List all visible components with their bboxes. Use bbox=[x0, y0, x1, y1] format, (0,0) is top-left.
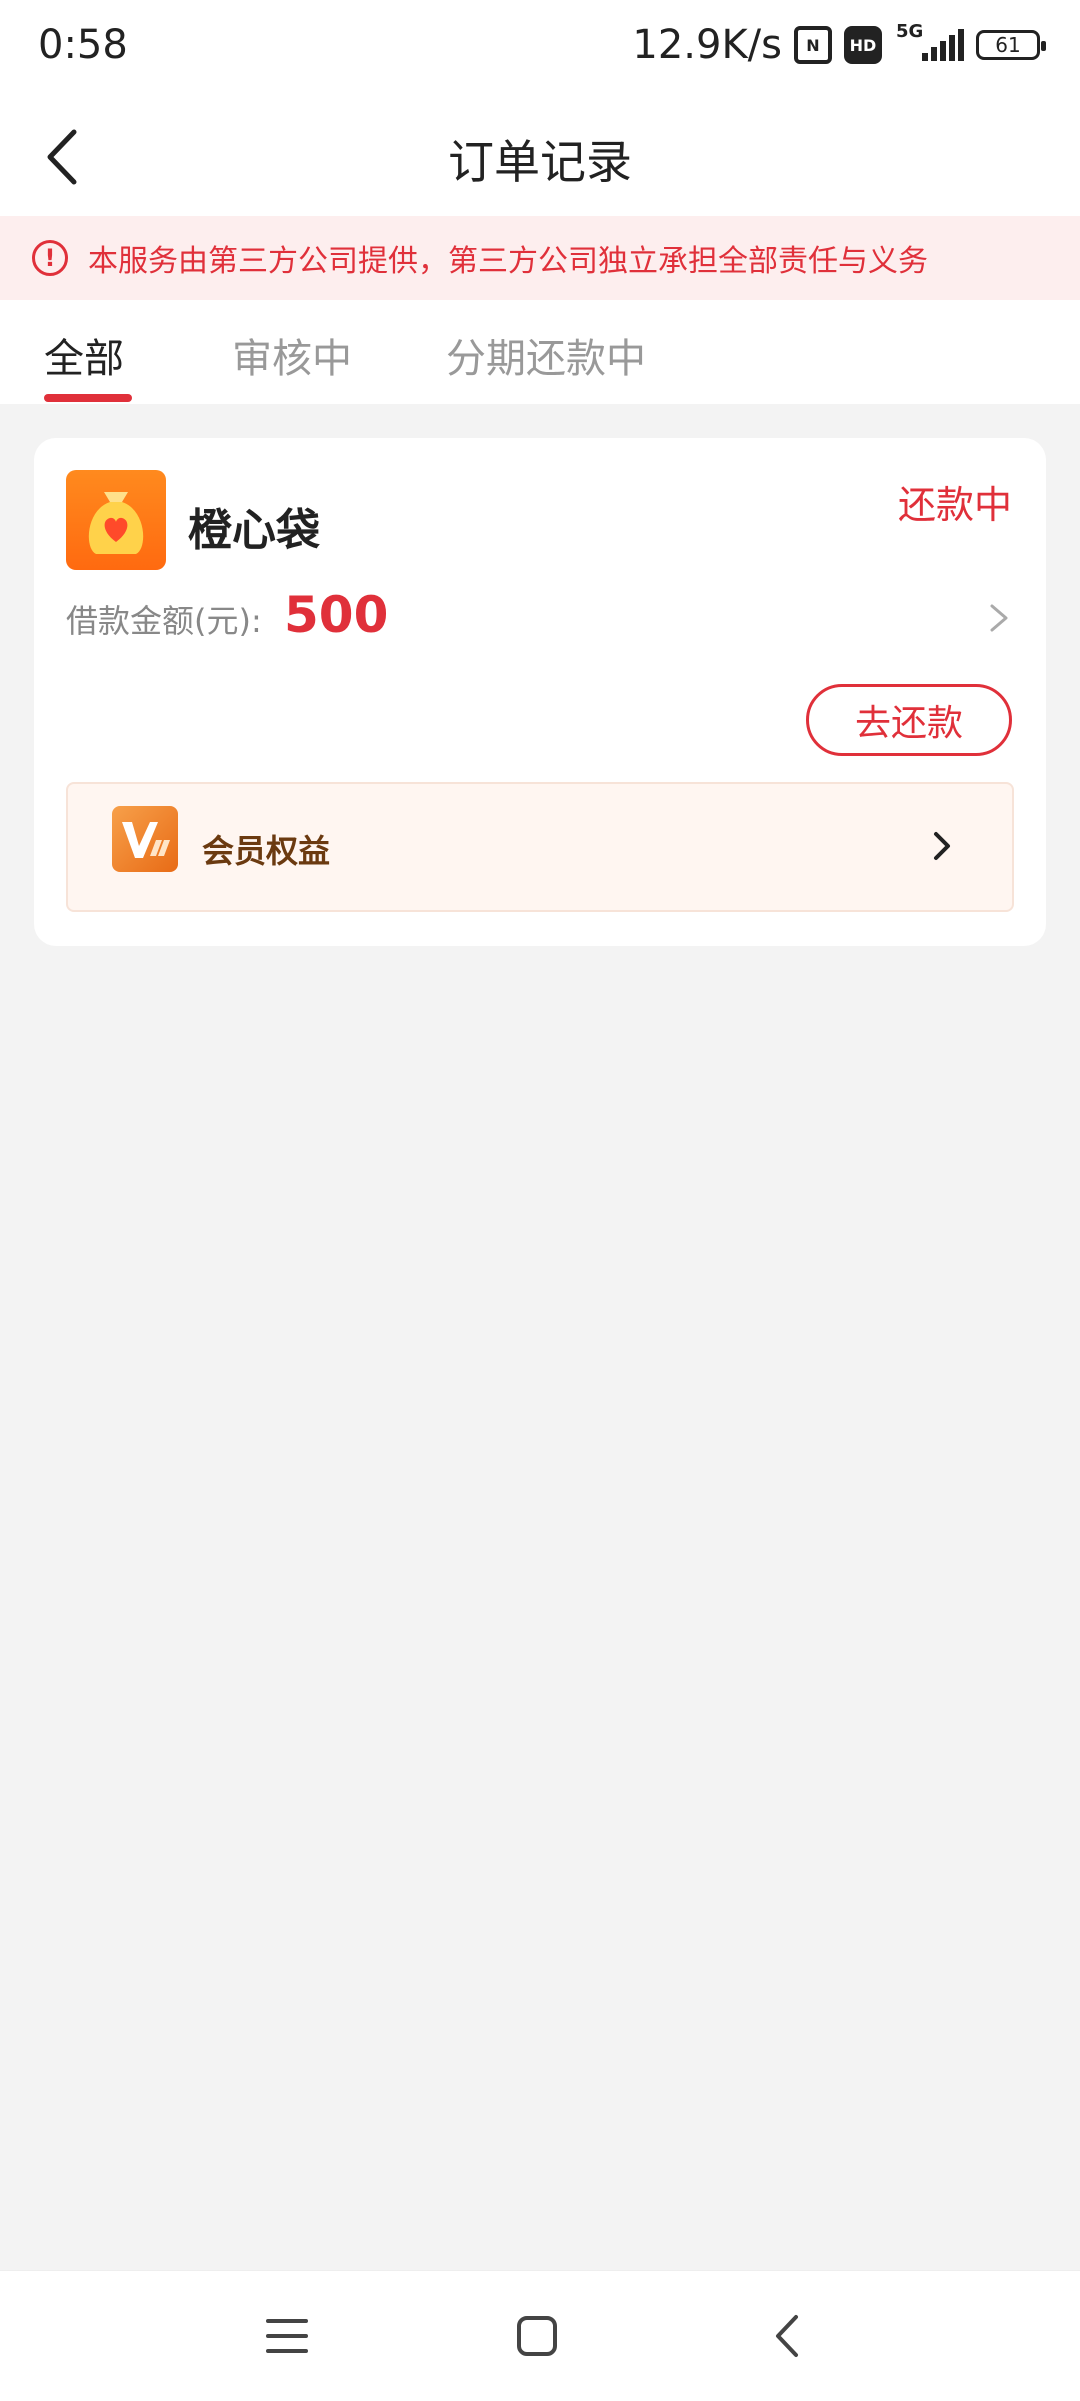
back-icon[interactable] bbox=[762, 2309, 816, 2363]
tab-reviewing[interactable]: 审核中 bbox=[232, 326, 352, 384]
active-tab-indicator bbox=[44, 394, 132, 402]
disclaimer-banner: ! 本服务由第三方公司提供，第三方公司独立承担全部责任与义务 bbox=[0, 216, 1080, 300]
signal-icon: 5G bbox=[894, 21, 964, 65]
chevron-right-icon[interactable] bbox=[978, 598, 1018, 638]
network-type: 5G bbox=[896, 21, 924, 42]
member-benefits-entry[interactable]: 会员权益 bbox=[66, 782, 1014, 912]
chevron-right-icon bbox=[934, 832, 950, 860]
app-logo bbox=[66, 470, 166, 570]
signal-bars bbox=[922, 29, 964, 61]
status-bar: 0:58 12.9K/s N HD 5G 61 bbox=[0, 0, 1080, 96]
money-bag-heart-icon bbox=[88, 492, 144, 554]
battery-icon: 61 bbox=[976, 30, 1046, 60]
network-speed: 12.9K/s bbox=[632, 22, 782, 68]
hd-icon: HD bbox=[844, 26, 882, 64]
disclaimer-text: 本服务由第三方公司提供，第三方公司独立承担全部责任与义务 bbox=[88, 244, 928, 279]
page-title: 订单记录 bbox=[448, 135, 632, 189]
repay-button[interactable]: 去还款 bbox=[806, 684, 1012, 756]
vip-badge-icon bbox=[112, 806, 178, 872]
order-tabs: 全部 审核中 分期还款中 bbox=[0, 300, 1080, 404]
loan-amount-value: 500 bbox=[284, 586, 389, 644]
system-nav-bar bbox=[0, 2270, 1080, 2401]
app-name: 橙心袋 bbox=[188, 505, 320, 556]
nav-bar: 订单记录 bbox=[0, 96, 1080, 216]
nfc-icon: N bbox=[794, 26, 832, 64]
status-right-group: 12.9K/s N HD 5G 61 bbox=[632, 21, 1046, 68]
order-status: 还款中 bbox=[897, 483, 1012, 527]
status-time: 0:58 bbox=[38, 22, 128, 68]
tab-all[interactable]: 全部 bbox=[44, 326, 124, 384]
order-card[interactable]: 橙心袋 还款中 借款金额(元): 500 去还款 会员权益 bbox=[34, 438, 1046, 946]
loan-amount-label: 借款金额(元): bbox=[66, 602, 262, 640]
home-square-icon[interactable] bbox=[510, 2309, 564, 2363]
exclamation-circle-icon: ! bbox=[32, 240, 68, 276]
member-benefits-label: 会员权益 bbox=[202, 832, 331, 870]
menu-icon[interactable] bbox=[260, 2309, 314, 2363]
tab-installment-repaying[interactable]: 分期还款中 bbox=[446, 326, 646, 384]
